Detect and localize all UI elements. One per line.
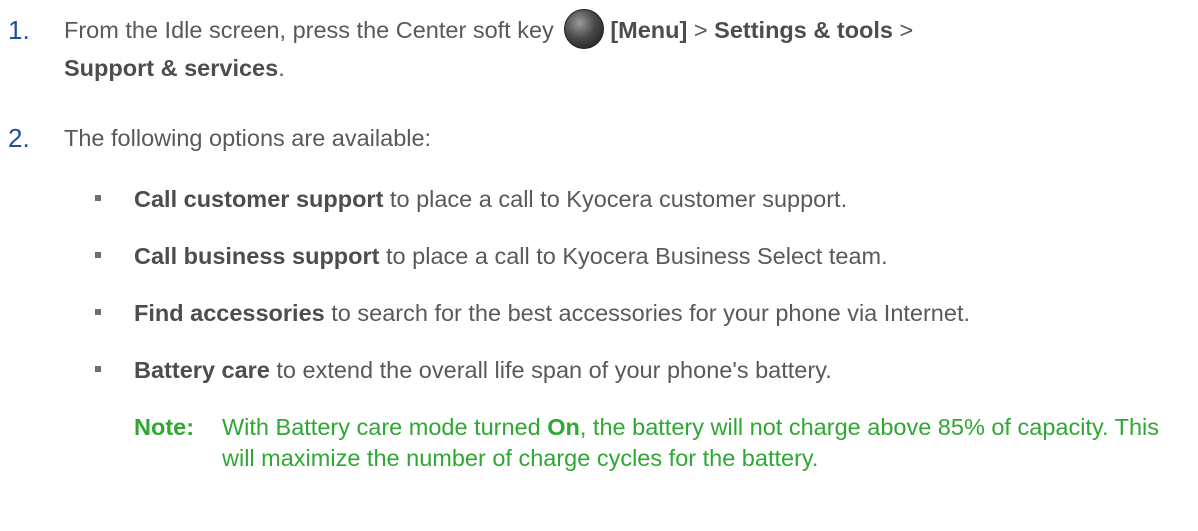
- square-bullet-icon: [95, 366, 101, 372]
- menu-item-settings-tools: Settings & tools: [714, 17, 894, 43]
- option-text: Battery care to extend the overall life …: [134, 354, 832, 386]
- note-label: Note:: [134, 414, 195, 440]
- step-body: From the Idle screen, press the Center s…: [64, 8, 1184, 87]
- menu-key-label: [Menu]: [610, 17, 688, 43]
- step-number: 2.: [8, 123, 30, 153]
- square-bullet-icon: [95, 195, 101, 201]
- option-desc: to search for the best accessories for y…: [324, 300, 971, 326]
- option-text: Find accessories to search for the best …: [134, 297, 970, 329]
- option-text: Call customer support to place a call to…: [134, 183, 847, 215]
- menu-item-support-services: Support & services: [64, 55, 279, 81]
- step-end: .: [278, 55, 285, 81]
- step-text: From the Idle screen, press the Center s…: [64, 17, 561, 43]
- option-term: Call business support: [134, 243, 380, 269]
- option-desc: to extend the overall life span of your …: [269, 357, 832, 383]
- step-text: The following options are available:: [64, 125, 432, 151]
- option-term: Call customer support: [134, 186, 384, 212]
- note-text: With Battery care mode turned: [222, 414, 548, 440]
- separator: >: [893, 17, 914, 43]
- note-bold: On: [547, 414, 580, 440]
- option-term: Battery care: [134, 357, 270, 383]
- option-term: Find accessories: [134, 300, 325, 326]
- center-soft-key-icon: [564, 8, 605, 49]
- option-desc: to place a call to Kyocera Business Sele…: [379, 243, 888, 269]
- instruction-document: 1. From the Idle screen, press the Cente…: [0, 0, 1198, 531]
- separator: >: [687, 17, 715, 43]
- square-bullet-icon: [95, 309, 101, 315]
- step-body: The following options are available:: [64, 119, 1184, 157]
- square-bullet-icon: [95, 252, 101, 258]
- step-line-2: Support & services.: [64, 49, 1184, 87]
- step-number: 1.: [8, 15, 30, 45]
- option-desc: to place a call to Kyocera customer supp…: [383, 186, 848, 212]
- option-text: Call business support to place a call to…: [134, 240, 888, 272]
- note-body: With Battery care mode turned On, the ba…: [222, 412, 1192, 474]
